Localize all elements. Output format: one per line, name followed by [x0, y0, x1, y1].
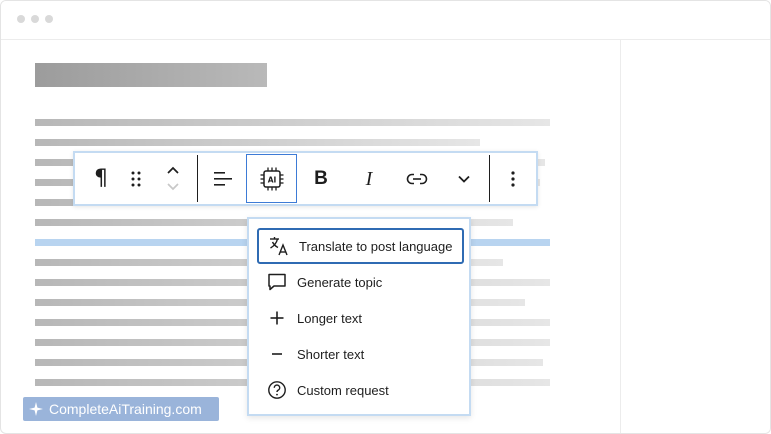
help-circle-icon [257, 380, 297, 400]
italic-button[interactable]: I [349, 153, 389, 204]
menu-item-label: Shorter text [297, 346, 365, 362]
speech-bubble-icon [257, 272, 297, 292]
text-line [35, 119, 550, 126]
menu-item-label: Custom request [297, 382, 389, 398]
window-titlebar [1, 1, 770, 40]
editor-sidebar [620, 40, 770, 433]
heading-placeholder [35, 63, 267, 87]
chevron-down-icon [458, 175, 470, 183]
menu-item-label: Longer text [297, 310, 363, 326]
move-up-down-button[interactable] [155, 153, 191, 204]
watermark-badge: CompleteAiTraining.com [23, 397, 219, 421]
app-window: ¶ AI B I Translate to post language Gene… [0, 0, 771, 434]
link-icon [406, 173, 428, 184]
plus-icon [257, 310, 297, 326]
bold-icon: B [314, 168, 328, 189]
ai-button[interactable]: AI [246, 154, 297, 203]
drag-handle-button[interactable] [119, 153, 153, 204]
toolbar-divider [197, 155, 198, 202]
options-button[interactable] [495, 153, 531, 204]
more-rich-text-button[interactable] [443, 153, 485, 204]
menu-item-longer-text[interactable]: Longer text [257, 300, 464, 336]
svg-text:AI: AI [267, 175, 276, 184]
more-vertical-icon [511, 170, 515, 187]
minus-icon [257, 346, 297, 362]
italic-icon: I [365, 167, 373, 190]
sparkle-icon [23, 401, 49, 417]
link-button[interactable] [395, 153, 439, 204]
menu-item-shorter-text[interactable]: Shorter text [257, 336, 464, 372]
drag-handle-icon [131, 171, 141, 186]
block-toolbar: ¶ AI B I [73, 151, 538, 206]
ai-chip-icon: AI [260, 167, 283, 190]
menu-item-label: Translate to post language [299, 238, 453, 254]
window-dot-minimize[interactable] [31, 15, 39, 23]
window-dot-maximize[interactable] [45, 15, 53, 23]
text-line [35, 139, 480, 146]
watermark-text: CompleteAiTraining.com [49, 401, 202, 417]
toolbar-divider [489, 155, 490, 202]
move-up-down-icon [167, 166, 179, 190]
bold-button[interactable]: B [301, 153, 341, 204]
menu-item-translate[interactable]: Translate to post language [257, 228, 464, 264]
paragraph-button[interactable]: ¶ [83, 153, 119, 204]
ai-actions-menu: Translate to post language Generate topi… [247, 217, 471, 416]
menu-item-custom-request[interactable]: Custom request [257, 372, 464, 408]
menu-item-label: Generate topic [297, 274, 383, 290]
window-dot-close[interactable] [17, 15, 25, 23]
menu-item-generate-topic[interactable]: Generate topic [257, 264, 464, 300]
pilcrow-icon: ¶ [94, 165, 108, 191]
align-left-icon [214, 171, 232, 186]
translate-icon [259, 235, 299, 257]
align-button[interactable] [203, 153, 243, 204]
